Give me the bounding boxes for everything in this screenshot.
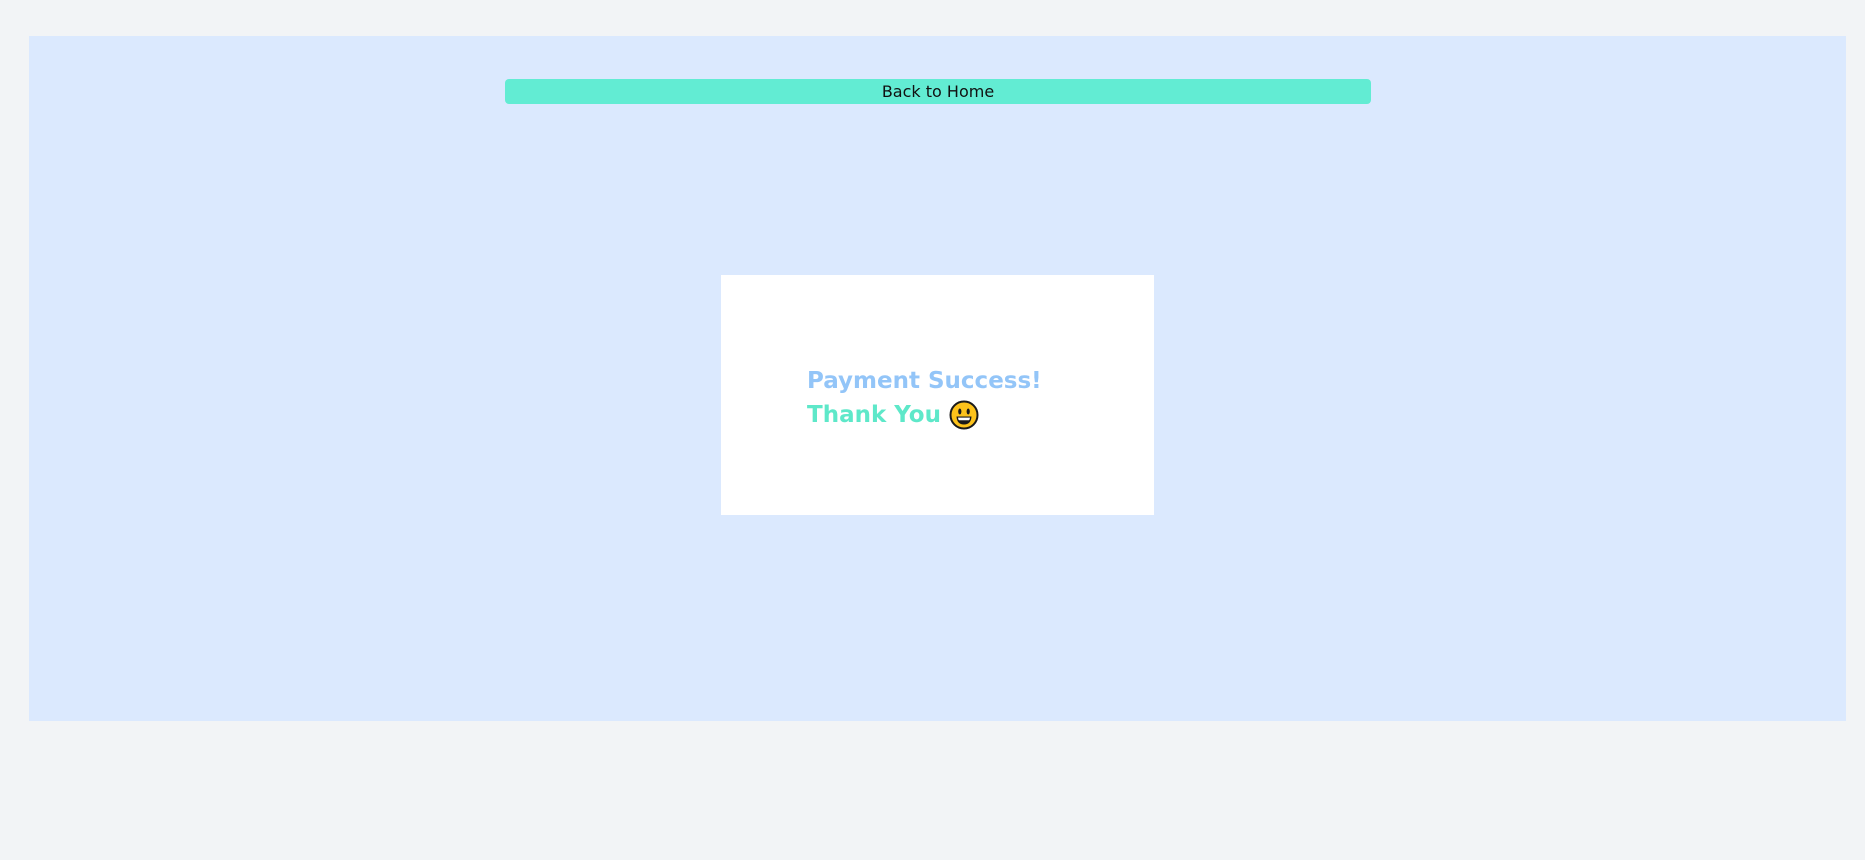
- grinning-face-icon: [949, 400, 979, 430]
- thank-you-line: Thank You: [807, 398, 1042, 432]
- confirmation-message: Payment Success! Thank You: [807, 364, 1042, 432]
- main-panel: Back to Home Payment Success! Thank You: [29, 36, 1846, 721]
- back-to-home-button[interactable]: Back to Home: [505, 79, 1371, 104]
- payment-success-card: Payment Success! Thank You: [721, 275, 1154, 515]
- payment-success-heading: Payment Success!: [807, 368, 1042, 394]
- thank-you-text: Thank You: [807, 402, 941, 428]
